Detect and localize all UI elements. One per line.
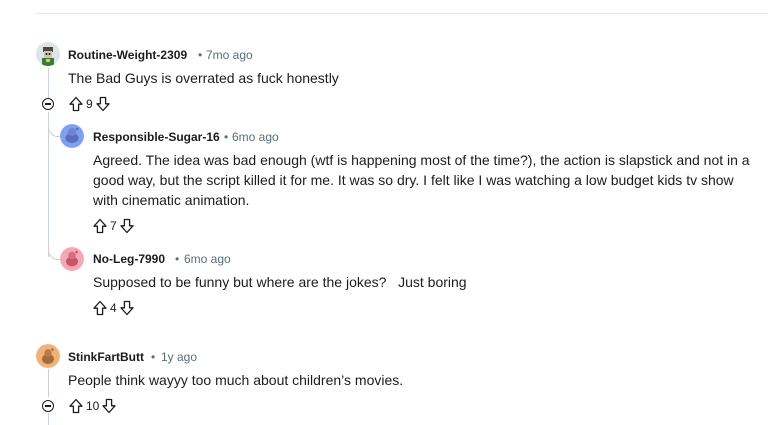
vote-bar: 7	[92, 217, 135, 235]
snoo-avatar-icon	[60, 124, 84, 148]
username[interactable]: Responsible-Sugar-16	[93, 130, 220, 144]
vote-bar: 4	[92, 299, 135, 317]
snoo-avatar-icon	[60, 247, 84, 271]
vote-bar: 10	[68, 397, 117, 415]
separator-dot: •	[151, 350, 156, 364]
downvote-icon[interactable]	[95, 96, 111, 112]
user-avatar[interactable]	[36, 344, 60, 368]
vote-count: 7	[110, 219, 117, 233]
comment-body: Agreed. The idea was bad enough (wtf is …	[93, 152, 750, 208]
username[interactable]: Routine-Weight-2309	[68, 48, 187, 62]
timestamp[interactable]: 7mo ago	[206, 48, 253, 62]
snoo-avatar-icon	[36, 42, 60, 66]
collapse-thread-button[interactable]	[42, 400, 54, 412]
upvote-icon[interactable]	[92, 300, 108, 316]
separator-dot: •	[175, 252, 180, 266]
upvote-icon[interactable]	[92, 218, 108, 234]
vote-count: 9	[86, 97, 93, 111]
comment-body: People think wayyy too much about childr…	[68, 372, 404, 388]
separator-dot: •	[198, 48, 203, 62]
downvote-icon[interactable]	[101, 398, 117, 414]
vote-count: 4	[110, 301, 117, 315]
downvote-icon[interactable]	[119, 218, 135, 234]
timestamp[interactable]: 6mo ago	[184, 252, 231, 266]
user-avatar[interactable]	[60, 124, 84, 148]
separator-dot: •	[224, 130, 229, 144]
username[interactable]: No-Leg-7990	[93, 252, 165, 266]
username[interactable]: StinkFartButt	[68, 350, 144, 364]
user-avatar[interactable]	[36, 42, 60, 66]
snoo-avatar-icon	[36, 344, 60, 368]
upvote-icon[interactable]	[68, 398, 84, 414]
thread-line	[48, 112, 49, 257]
thread-line	[48, 68, 49, 98]
timestamp[interactable]: 1y ago	[161, 350, 197, 364]
thread-line	[48, 369, 49, 397]
top-divider	[36, 13, 768, 14]
upvote-icon[interactable]	[68, 96, 84, 112]
thread-line	[48, 413, 49, 425]
comment-body: The Bad Guys is overrated as fuck honest…	[68, 70, 339, 86]
vote-bar: 9	[68, 95, 111, 113]
collapse-thread-button[interactable]	[42, 98, 54, 110]
downvote-icon[interactable]	[119, 300, 135, 316]
timestamp[interactable]: 6mo ago	[232, 130, 279, 144]
vote-count: 10	[86, 399, 100, 413]
user-avatar[interactable]	[60, 247, 84, 271]
comment-body: Supposed to be funny but where are the j…	[93, 274, 467, 290]
